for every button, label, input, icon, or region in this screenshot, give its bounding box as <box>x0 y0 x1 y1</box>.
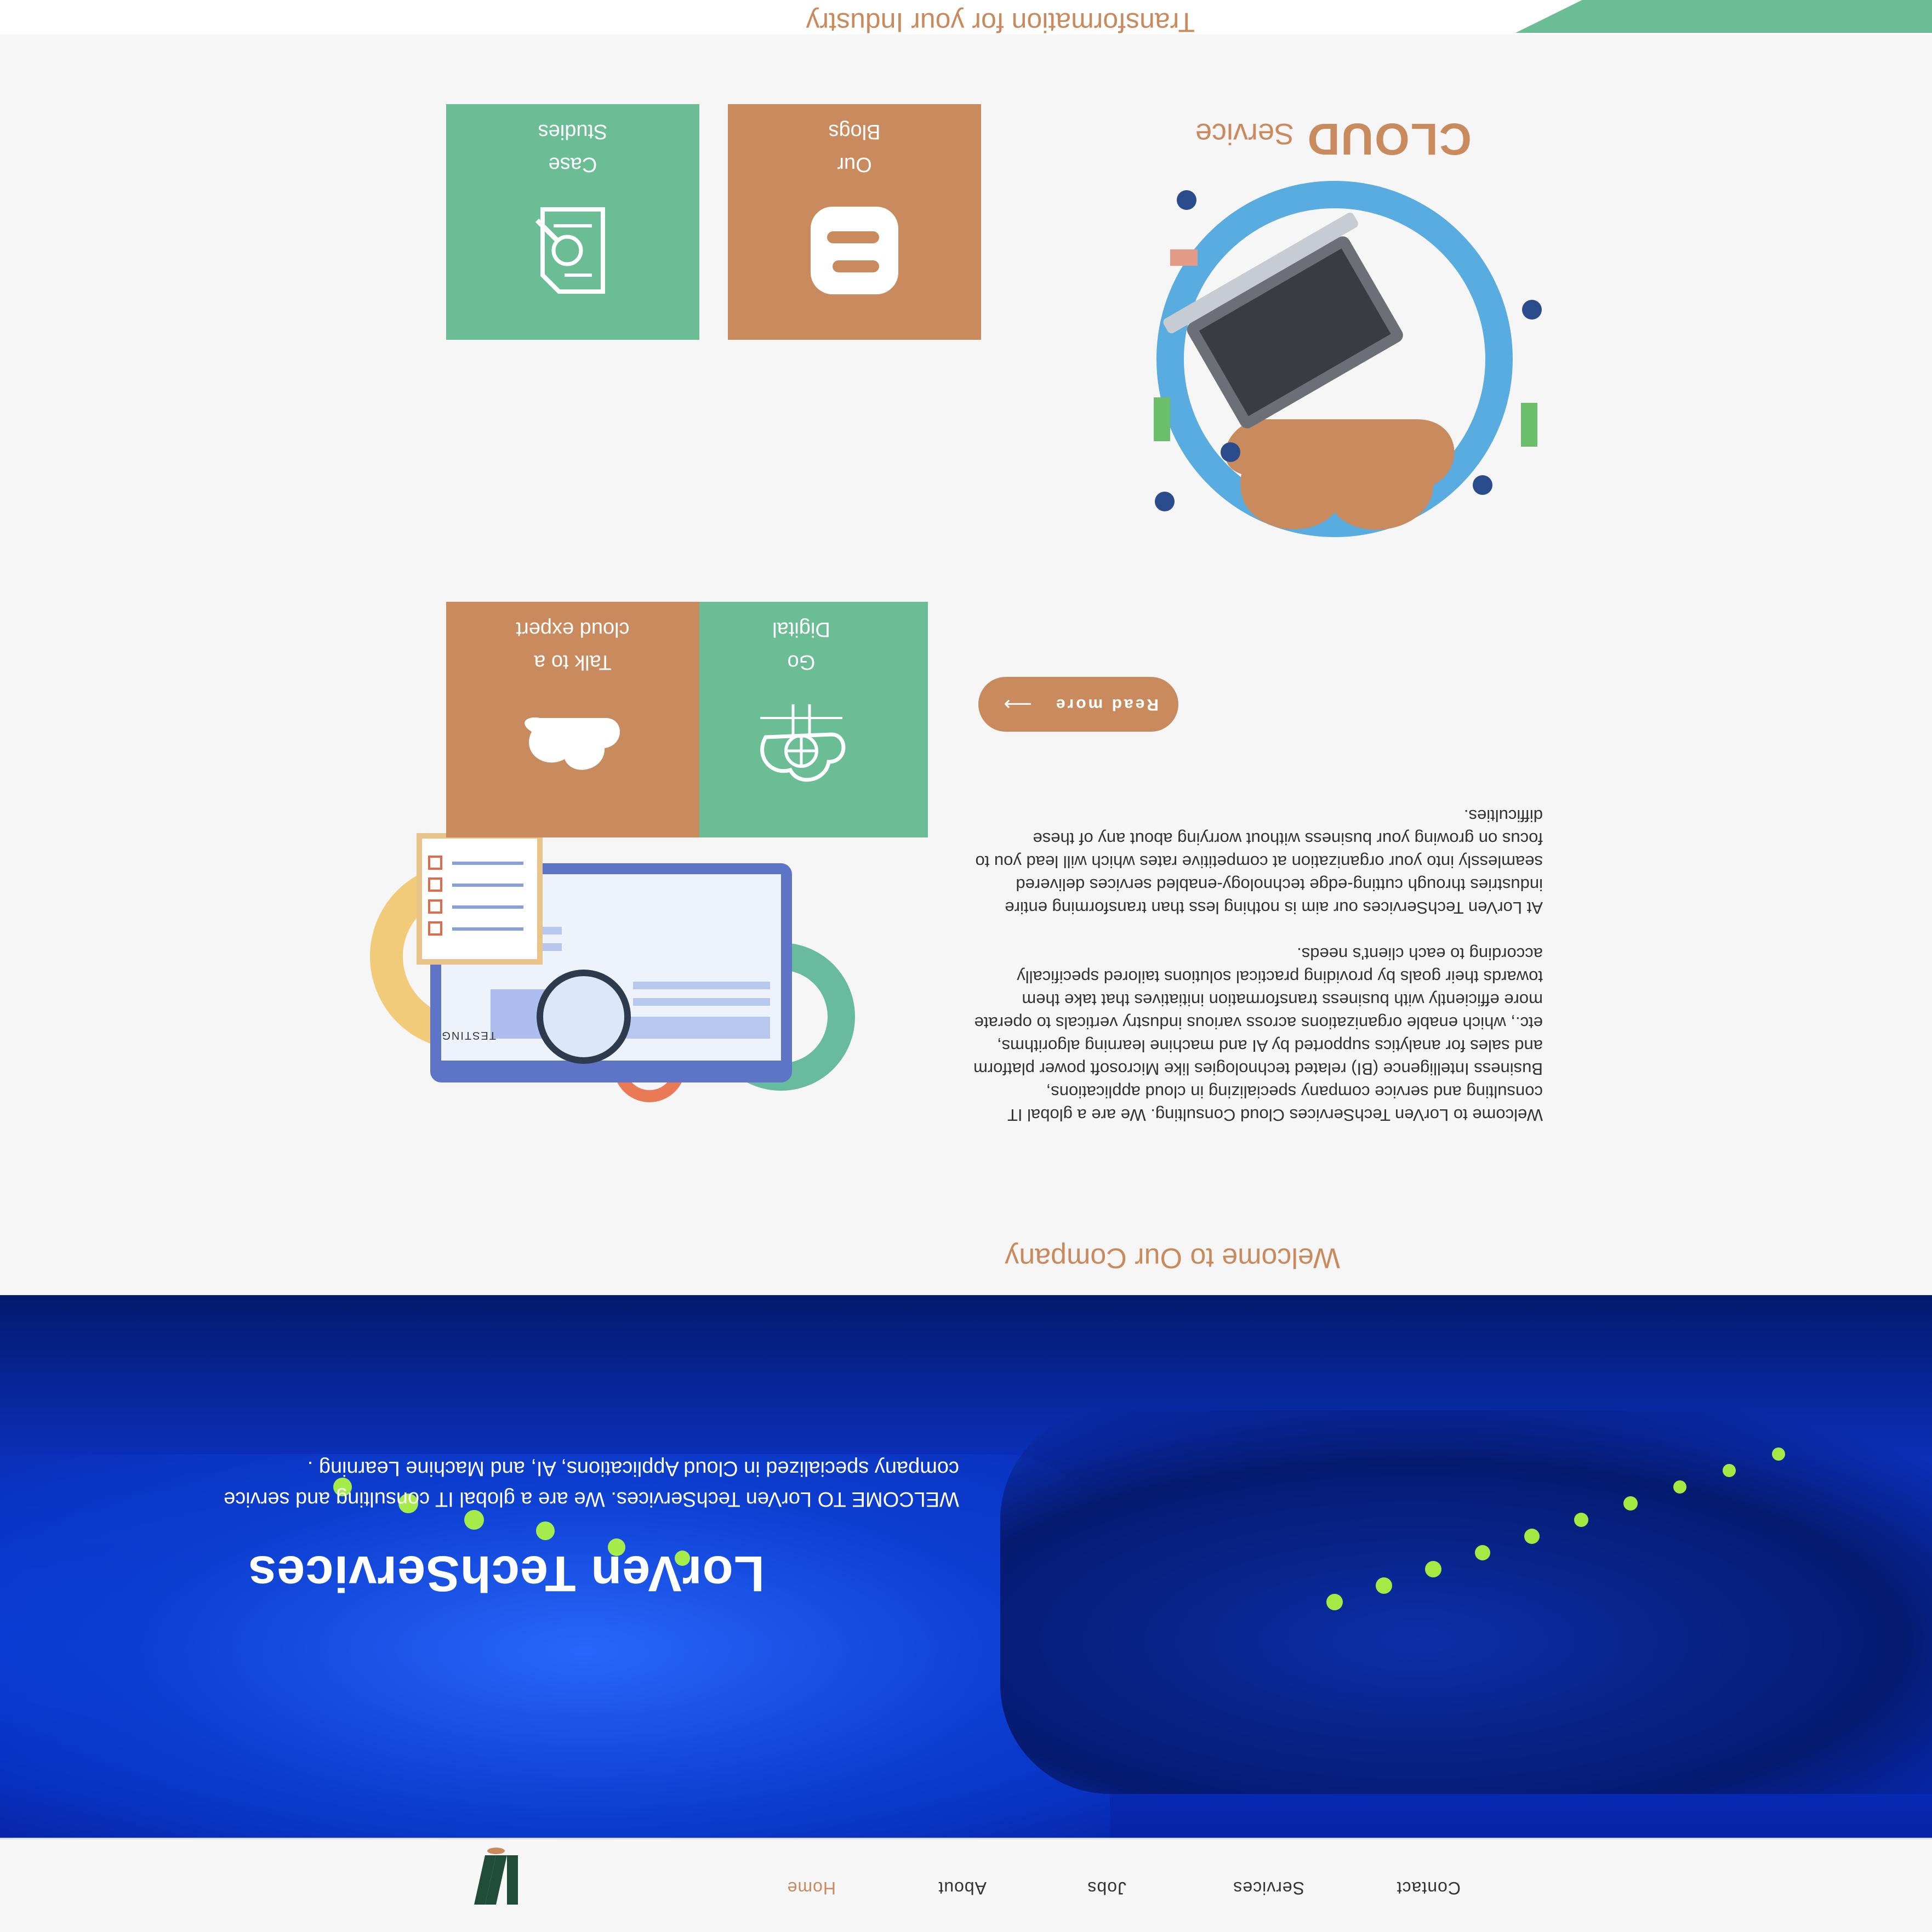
nav-services[interactable]: Services <box>1233 1878 1304 1898</box>
read-more-button[interactable]: Read more ⟶ <box>978 677 1178 732</box>
logo[interactable] <box>469 1844 523 1910</box>
document-search-icon <box>446 204 699 297</box>
tile-case-studies[interactable]: Case Studies <box>446 104 699 340</box>
hero-title: LorVen TechServices <box>248 1546 765 1602</box>
cloud-shape-icon <box>1225 419 1455 530</box>
cloud-globe-icon <box>675 702 928 795</box>
welcome-paragraph-1: Welcome to LorVen TechServices Cloud Con… <box>973 944 1543 1125</box>
blogger-icon <box>728 204 981 297</box>
tile-our-blogs-line1: Our <box>837 153 872 176</box>
cloud-icon <box>446 702 699 795</box>
tile-talk-to-expert[interactable]: Talk to a cloud expert <box>446 602 699 837</box>
tile-case-studies-line1: Case <box>548 153 597 176</box>
testing-checklist-icon <box>417 833 543 965</box>
nav-home[interactable]: Home <box>787 1878 836 1898</box>
hero-leds-decor <box>333 1447 1785 1610</box>
nav-contact[interactable]: Contact <box>1397 1878 1461 1898</box>
tile-our-blogs-label: Our Blogs <box>728 115 981 181</box>
navbar: Home About Jobs Services Contact <box>0 1838 1932 1932</box>
tile-go-digital-line1: Go <box>787 651 816 674</box>
green-corner-decor <box>1515 0 1932 33</box>
nav-about[interactable]: About <box>938 1878 987 1898</box>
tile-case-studies-label: Case Studies <box>446 115 699 181</box>
hero-banner: LorVen TechServices WELCOME TO LorVen Te… <box>0 1295 1932 1838</box>
hero-subtitle: WELCOME TO LorVen TechServices. We are a… <box>224 1457 959 1511</box>
tile-go-digital-line2: Digital <box>772 618 830 641</box>
cloud-service-illustration <box>1154 181 1542 537</box>
cloud-heading-small: Service <box>1195 117 1295 150</box>
read-more-label: Read more <box>1053 696 1159 714</box>
welcome-text: Welcome to LorVen TechServices Cloud Con… <box>973 781 1543 1126</box>
tile-our-blogs-line2: Blogs <box>828 120 881 143</box>
tile-go-digital-label: Go Digital <box>675 613 928 679</box>
transformation-heading: Transformation for your Industry <box>806 7 1195 38</box>
testing-label: TESTING <box>441 1029 496 1041</box>
tile-talk-to-expert-line1: Talk to a <box>534 651 612 674</box>
tile-our-blogs[interactable]: Our Blogs <box>728 104 981 340</box>
magnifier-icon <box>537 970 631 1064</box>
tile-case-studies-line2: Studies <box>538 120 608 143</box>
welcome-paragraph-2: At LorVen TechServices our aim is nothin… <box>975 806 1543 917</box>
welcome-heading: Welcome to Our Company <box>1005 1242 1340 1274</box>
tile-go-digital[interactable]: Go Digital <box>675 602 928 837</box>
tile-talk-to-expert-line2: cloud expert <box>516 618 630 641</box>
arrow-right-icon: ⟶ <box>1001 693 1032 716</box>
nav-jobs[interactable]: Jobs <box>1087 1878 1126 1898</box>
tile-talk-to-expert-label: Talk to a cloud expert <box>446 613 699 679</box>
